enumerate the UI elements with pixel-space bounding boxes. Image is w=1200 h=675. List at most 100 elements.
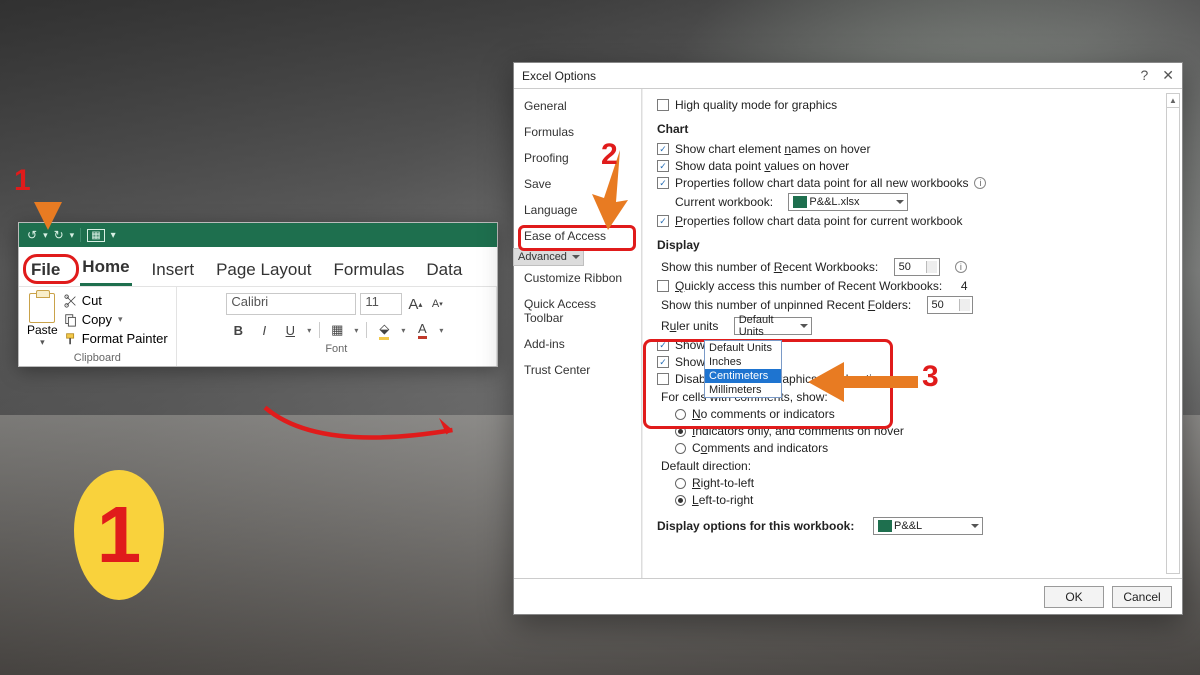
label-high-quality: High quality mode for graphics bbox=[675, 98, 837, 112]
ruler-option-default[interactable]: Default Units bbox=[705, 341, 781, 355]
copy-button[interactable]: Copy▾ bbox=[64, 312, 168, 327]
label-current-workbook: Current workbook: bbox=[675, 195, 773, 209]
sidebar-item-advanced[interactable]: Advanced bbox=[513, 248, 584, 266]
select-workbook-display[interactable]: P&&L bbox=[873, 517, 983, 535]
checkbox-chart-props-all[interactable] bbox=[657, 177, 669, 189]
dialog-footer: OK Cancel bbox=[514, 578, 1182, 614]
checkbox-high-quality[interactable] bbox=[657, 99, 669, 111]
select-ruler-units[interactable]: Default Units bbox=[734, 317, 812, 335]
sidebar-item-quick-access-toolbar[interactable]: Quick Access Toolbar bbox=[514, 291, 641, 331]
decrease-font-icon[interactable]: A▾ bbox=[428, 295, 446, 313]
ruler-units-dropdown: Default Units Inches Centimeters Millime… bbox=[704, 340, 782, 398]
paste-dropdown-icon[interactable]: ▾ bbox=[40, 337, 45, 348]
font-group: Calibri 11 A▴ A▾ B I U▾ ▦▾ ⬙▾ A▾ Font bbox=[177, 287, 497, 366]
checkbox-show-screentips[interactable] bbox=[657, 356, 669, 368]
ruler-option-millimeters[interactable]: Millimeters bbox=[705, 383, 781, 397]
undo-icon[interactable]: ↺ bbox=[27, 228, 37, 242]
quick-access-toolbar: ↺ ▾ ↻ ▾ ▦ ▾ bbox=[19, 223, 497, 247]
font-color-dropdown-icon[interactable]: ▾ bbox=[439, 326, 443, 335]
scrollbar[interactable]: ▲ bbox=[1166, 93, 1180, 574]
label-no-comments: No comments or indicators bbox=[692, 407, 835, 421]
sidebar-item-language[interactable]: Language bbox=[514, 197, 641, 223]
label-rtl: Right-to-left bbox=[692, 476, 754, 490]
sidebar-item-proofing[interactable]: Proofing bbox=[514, 145, 641, 171]
select-current-workbook[interactable]: P&&L.xlsx bbox=[788, 193, 908, 211]
checkbox-quick-access[interactable] bbox=[657, 280, 669, 292]
info-icon[interactable]: i bbox=[974, 177, 986, 189]
sidebar-item-formulas[interactable]: Formulas bbox=[514, 119, 641, 145]
section-display: Display bbox=[657, 238, 1172, 252]
underline-button[interactable]: U bbox=[281, 321, 299, 339]
radio-no-comments[interactable] bbox=[675, 409, 686, 420]
label-chart-props-all: Properties follow chart data point for a… bbox=[675, 176, 968, 190]
annotation-number-1: 1 bbox=[14, 164, 31, 198]
sidebar-item-trust-center[interactable]: Trust Center bbox=[514, 357, 641, 383]
excel-file-icon bbox=[793, 196, 807, 208]
checkbox-chart-props-current[interactable] bbox=[657, 215, 669, 227]
bold-button[interactable]: B bbox=[229, 321, 247, 339]
help-button[interactable]: ? bbox=[1140, 67, 1148, 84]
borders-dropdown-icon[interactable]: ▾ bbox=[354, 326, 358, 335]
italic-button[interactable]: I bbox=[255, 321, 273, 339]
tab-formulas[interactable]: Formulas bbox=[332, 256, 407, 286]
cancel-button[interactable]: Cancel bbox=[1112, 586, 1172, 608]
sidebar-item-save[interactable]: Save bbox=[514, 171, 641, 197]
redo-icon[interactable]: ↻ bbox=[54, 228, 64, 242]
sidebar-item-ease-of-access[interactable]: Ease of Access bbox=[514, 223, 641, 249]
ruler-option-inches[interactable]: Inches bbox=[705, 355, 781, 369]
annotation-number-2: 2 bbox=[601, 138, 618, 172]
font-name-select[interactable]: Calibri bbox=[226, 293, 356, 315]
ruler-option-centimeters[interactable]: Centimeters bbox=[705, 369, 781, 383]
checkbox-chart-values[interactable] bbox=[657, 160, 669, 172]
tab-file[interactable]: File bbox=[29, 256, 62, 286]
paste-button[interactable]: Paste ▾ bbox=[27, 293, 58, 348]
underline-dropdown-icon[interactable]: ▾ bbox=[307, 326, 311, 335]
excel-ribbon: ↺ ▾ ↻ ▾ ▦ ▾ File Home Insert Page Layout… bbox=[18, 222, 498, 367]
dialog-title: Excel Options bbox=[522, 69, 596, 83]
spinner-recent-folders[interactable]: 50 bbox=[927, 296, 973, 314]
qat-customize-icon[interactable]: ▾ bbox=[111, 230, 116, 241]
label-ruler-units: Ruler units bbox=[661, 319, 718, 333]
radio-ltr[interactable] bbox=[675, 495, 686, 506]
undo-dropdown-icon[interactable]: ▾ bbox=[43, 230, 48, 241]
scroll-up-icon[interactable]: ▲ bbox=[1167, 94, 1179, 108]
format-painter-button[interactable]: Format Painter bbox=[64, 331, 168, 346]
radio-rtl[interactable] bbox=[675, 478, 686, 489]
font-size-select[interactable]: 11 bbox=[360, 293, 402, 315]
tab-data[interactable]: Data bbox=[424, 256, 464, 286]
clipboard-group: Paste ▾ Cut Copy▾ Format Painter Clipboa… bbox=[19, 287, 177, 366]
calculator-icon[interactable]: ▦ bbox=[87, 229, 104, 242]
redo-dropdown-icon[interactable]: ▾ bbox=[70, 230, 75, 241]
scissors-icon bbox=[64, 294, 78, 308]
tab-page-layout[interactable]: Page Layout bbox=[214, 256, 313, 286]
sidebar-item-add-ins[interactable]: Add-ins bbox=[514, 331, 641, 357]
sidebar-item-customize-ribbon[interactable]: Customize Ribbon bbox=[514, 265, 641, 291]
fill-color-button[interactable]: ⬙ bbox=[375, 321, 393, 339]
radio-comments-indicators[interactable] bbox=[675, 443, 686, 454]
brush-icon bbox=[64, 332, 78, 346]
checkbox-chart-names[interactable] bbox=[657, 143, 669, 155]
step-badge-1 bbox=[74, 470, 164, 600]
increase-font-icon[interactable]: A▴ bbox=[406, 295, 424, 313]
tab-insert[interactable]: Insert bbox=[150, 256, 197, 286]
cut-button[interactable]: Cut bbox=[64, 293, 168, 308]
paste-icon bbox=[29, 293, 55, 323]
label-workbook-display-options: Display options for this workbook: bbox=[657, 519, 854, 533]
label-recent-folders: Show this number of unpinned Recent Fold… bbox=[661, 298, 911, 312]
clipboard-group-label: Clipboard bbox=[74, 352, 121, 364]
ok-button[interactable]: OK bbox=[1044, 586, 1104, 608]
info-icon[interactable]: i bbox=[955, 261, 967, 273]
borders-button[interactable]: ▦ bbox=[328, 321, 346, 339]
checkbox-disable-hw[interactable] bbox=[657, 373, 669, 385]
label-default-direction: Default direction: bbox=[661, 459, 1172, 473]
fill-dropdown-icon[interactable]: ▾ bbox=[401, 326, 405, 335]
radio-indicators-only[interactable] bbox=[675, 426, 686, 437]
label-chart-values: Show data point values on hover bbox=[675, 159, 849, 173]
font-color-button[interactable]: A bbox=[413, 321, 431, 339]
sidebar-item-general[interactable]: General bbox=[514, 93, 641, 119]
checkbox-show-formula-bar[interactable] bbox=[657, 339, 669, 351]
close-button[interactable]: ✕ bbox=[1162, 67, 1174, 84]
spinner-recent-workbooks[interactable]: 50 bbox=[894, 258, 940, 276]
options-sidebar: General Formulas Proofing Save Language … bbox=[514, 89, 642, 578]
tab-home[interactable]: Home bbox=[80, 253, 131, 286]
